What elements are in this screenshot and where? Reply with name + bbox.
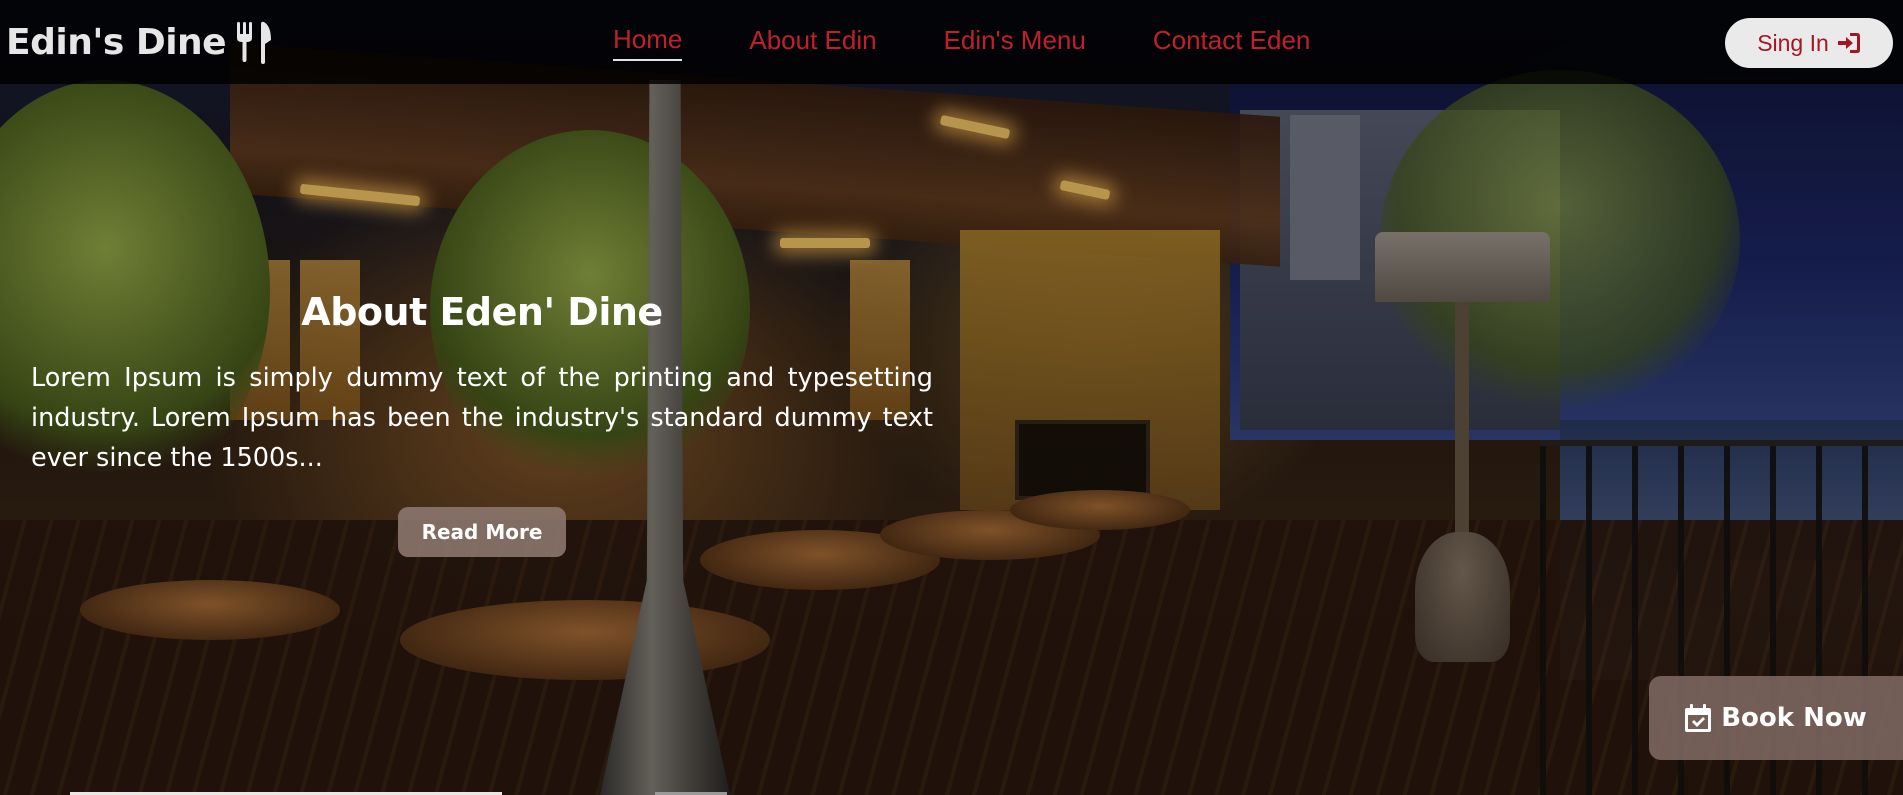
nav-links: Home About Edin Edin's Menu Contact Eden xyxy=(613,24,1311,61)
calendar-check-icon xyxy=(1685,704,1712,732)
navbar: Edin's Dine Home About Edin Edin's Menu … xyxy=(0,0,1903,84)
book-now-label: Book Now xyxy=(1721,703,1867,733)
utensils-icon xyxy=(237,21,272,64)
sign-in-label: Sing In xyxy=(1757,29,1829,56)
brand-name: Edin's Dine xyxy=(6,21,227,63)
nav-link-contact[interactable]: Contact Eden xyxy=(1153,25,1311,60)
hero-title: About Eden' Dine xyxy=(301,290,663,334)
hero-description: Lorem Ipsum is simply dummy text of the … xyxy=(31,363,933,473)
brand-logo[interactable]: Edin's Dine xyxy=(6,18,274,66)
hero-content: About Eden' Dine Lorem Ipsum is simply d… xyxy=(31,290,933,478)
nav-link-menu[interactable]: Edin's Menu xyxy=(944,25,1086,60)
nav-link-home[interactable]: Home xyxy=(613,24,683,61)
nav-link-about[interactable]: About Edin xyxy=(749,25,876,60)
sign-in-button[interactable]: Sing In xyxy=(1725,18,1893,68)
read-more-button[interactable]: Read More xyxy=(398,507,566,557)
book-now-button[interactable]: Book Now xyxy=(1649,676,1903,760)
sign-in-icon xyxy=(1837,33,1860,53)
